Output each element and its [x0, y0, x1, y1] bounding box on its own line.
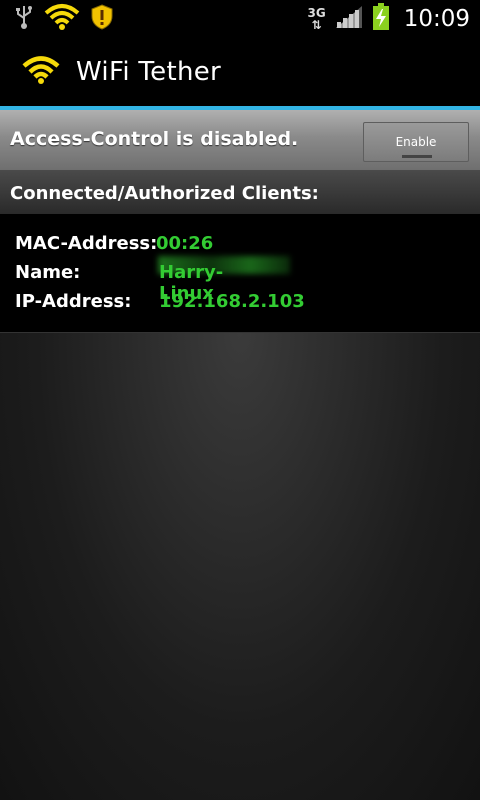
name-label: Name: [15, 262, 81, 283]
security-shield-icon [90, 4, 114, 34]
usb-icon [14, 4, 34, 34]
wifi-hotspot-icon [44, 3, 80, 35]
mac-label: MAC-Address: [15, 233, 158, 254]
ip-value: 192.168.2.103 [159, 291, 305, 312]
data-arrows-icon: ⇅ [311, 18, 322, 32]
app-wifi-icon [22, 55, 60, 89]
enable-access-control-button[interactable]: Enable [363, 122, 469, 162]
action-bar: WiFi Tether [0, 38, 480, 106]
client-ip-row: IP-Address: 192.168.2.103 [15, 291, 305, 312]
toggle-indicator [402, 155, 432, 158]
app-title: WiFi Tether [76, 57, 222, 87]
access-control-status: Access-Control is disabled. [10, 128, 299, 150]
clients-header-title: Connected/Authorized Clients: [10, 183, 319, 204]
network-type-indicator: 3G ⇅ [308, 7, 326, 31]
clients-section-header: Connected/Authorized Clients: [0, 170, 480, 214]
client-name-row: Name: Harry-Linux [15, 262, 223, 304]
status-bar: 3G ⇅ 10:09 [0, 0, 480, 38]
status-clock: 10:09 [403, 6, 470, 32]
battery-charging-icon [372, 3, 390, 35]
ip-label: IP-Address: [15, 291, 132, 312]
content-background [0, 333, 480, 800]
client-list-item[interactable]: MAC-Address: 00:26 Name: Harry-Linux IP-… [0, 214, 480, 333]
enable-button-label: Enable [395, 135, 437, 149]
access-control-row: Access-Control is disabled. Enable [0, 110, 480, 170]
signal-icon [334, 4, 364, 34]
client-mac-row: MAC-Address: 00:26 [15, 233, 290, 274]
mac-value-text: 00:26 [156, 233, 214, 254]
